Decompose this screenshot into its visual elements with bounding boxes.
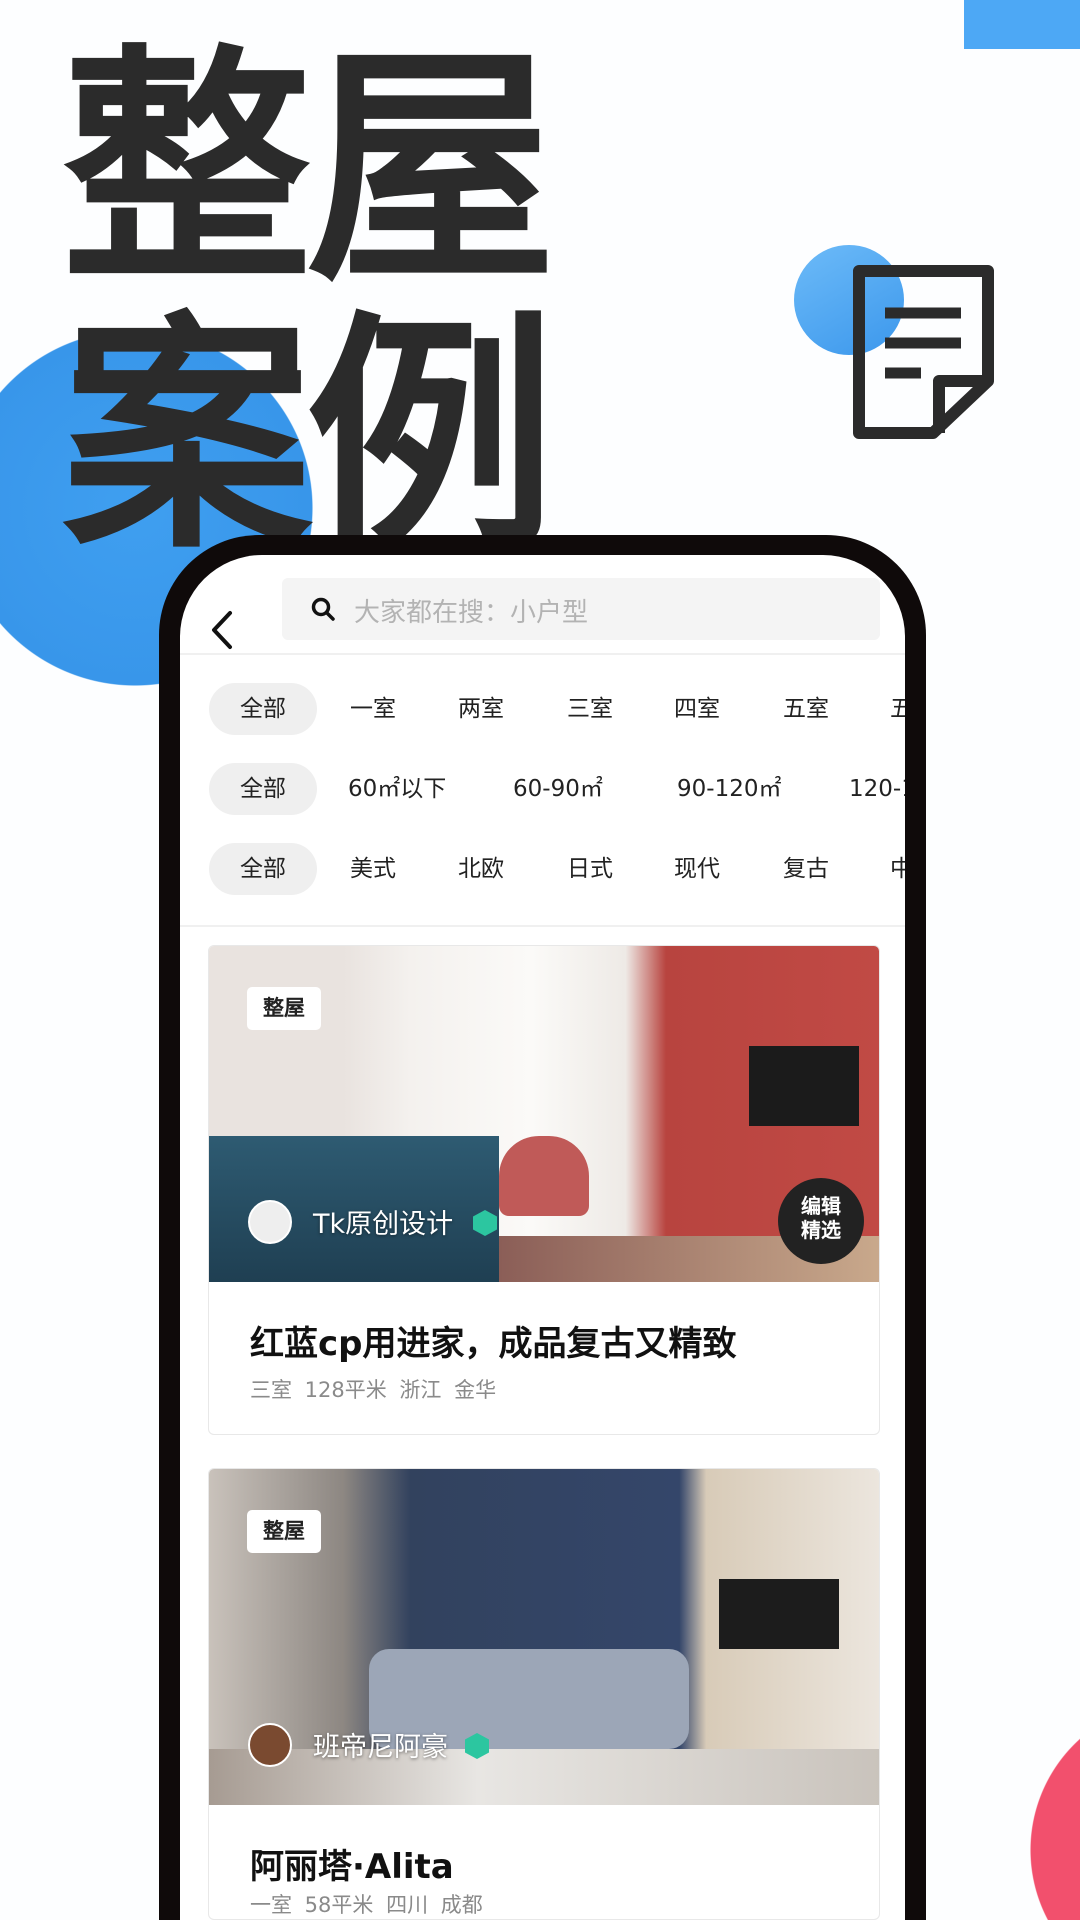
case-meta: 一室 58平米 四川 成都 (250, 1893, 483, 1917)
filter-row-style: 全部 美式 北欧 日式 现代 复古 中 (180, 843, 905, 895)
case-card[interactable]: 整屋 Tk原创设计 编辑 精选 红蓝cp用进家，成品复古又精致 三室 128平米 … (208, 945, 880, 1435)
filter-option[interactable]: 五 (890, 683, 905, 735)
author-avatar (248, 1723, 292, 1767)
filter-option[interactable]: 90-120㎡ (677, 763, 781, 815)
divider (180, 925, 905, 927)
filter-option[interactable]: 60-90㎡ (513, 763, 603, 815)
divider (180, 653, 905, 655)
decor-pink-circle (1030, 1700, 1080, 1920)
case-type-tag: 整屋 (247, 987, 321, 1030)
filter-row-rooms: 全部 一室 两室 三室 四室 五室 五 (180, 683, 905, 735)
author-name[interactable]: 班帝尼阿豪 (313, 1725, 448, 1764)
badge-line2: 精选 (801, 1218, 841, 1242)
filter-option[interactable]: 60㎡以下 (348, 763, 446, 815)
filter-chip-all[interactable]: 全部 (209, 763, 317, 815)
case-photo: 整屋 Tk原创设计 编辑 精选 (209, 946, 879, 1282)
filter-row-area: 全部 60㎡以下 60-90㎡ 90-120㎡ 120-1 (180, 763, 905, 815)
badge-line1: 编辑 (801, 1194, 841, 1218)
filter-option[interactable]: 复古 (783, 843, 829, 895)
document-icon (853, 265, 994, 439)
case-title: 阿丽塔·Alita (250, 1847, 454, 1887)
filter-option[interactable]: 日式 (567, 843, 613, 895)
case-card[interactable]: 整屋 班帝尼阿豪 阿丽塔·Alita 一室 58平米 四川 成都 (208, 1468, 880, 1920)
hero-title-line2: 案例 (62, 291, 556, 582)
editor-pick-badge: 编辑 精选 (778, 1178, 864, 1264)
author-name[interactable]: Tk原创设计 (313, 1202, 453, 1241)
search-input[interactable]: 大家都在搜：小户型 (282, 578, 880, 640)
search-placeholder: 大家都在搜：小户型 (354, 598, 589, 628)
author-avatar (248, 1200, 292, 1244)
hero-title-line1: 整屋 (62, 24, 556, 315)
app-screen: 大家都在搜：小户型 全部 一室 两室 三室 四室 五室 五 全部 60㎡以下 6… (180, 555, 905, 1920)
filter-option[interactable]: 120-1 (849, 763, 905, 815)
case-title: 红蓝cp用进家，成品复古又精致 (250, 1324, 737, 1364)
back-chevron-icon[interactable] (202, 605, 242, 655)
filter-option[interactable]: 四室 (674, 683, 720, 735)
filter-option[interactable]: 一室 (350, 683, 396, 735)
case-type-tag: 整屋 (247, 1510, 321, 1553)
case-meta: 三室 128平米 浙江 金华 (250, 1378, 497, 1402)
search-icon (311, 597, 335, 621)
filter-option[interactable]: 中 (890, 843, 905, 895)
filter-chip-all[interactable]: 全部 (209, 843, 317, 895)
filter-option[interactable]: 五室 (783, 683, 829, 735)
filter-option[interactable]: 两室 (458, 683, 504, 735)
case-photo: 整屋 班帝尼阿豪 (209, 1469, 879, 1805)
phone-frame: 大家都在搜：小户型 全部 一室 两室 三室 四室 五室 五 全部 60㎡以下 6… (159, 535, 926, 1920)
decor-blue-rect (964, 0, 1080, 49)
filter-option[interactable]: 美式 (350, 843, 396, 895)
filter-option[interactable]: 三室 (567, 683, 613, 735)
filter-option[interactable]: 北欧 (458, 843, 504, 895)
filter-option[interactable]: 现代 (674, 843, 720, 895)
filter-chip-all[interactable]: 全部 (209, 683, 317, 735)
